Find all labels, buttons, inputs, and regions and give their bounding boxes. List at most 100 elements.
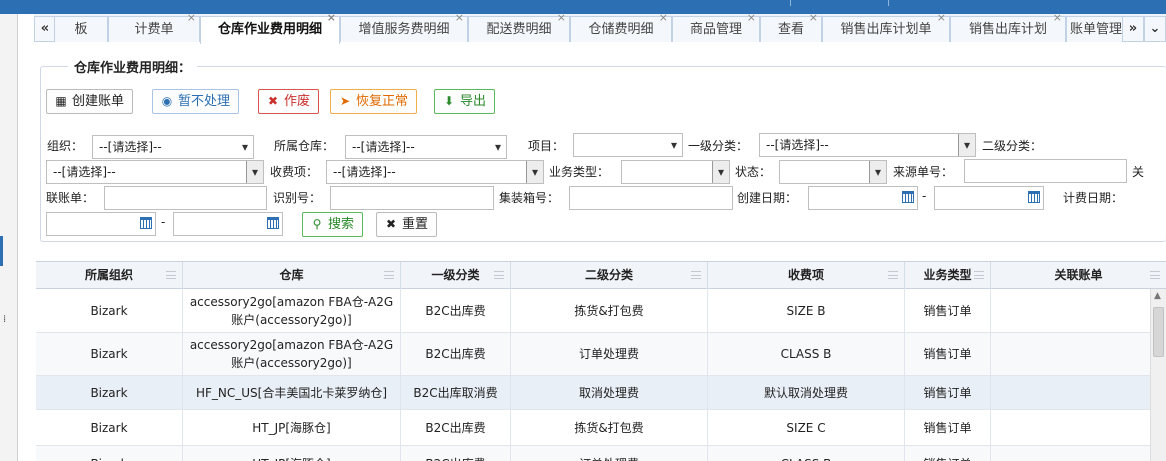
tab-sales-outbound-plan[interactable]: 销售出库计划 × — [950, 11, 1066, 42]
table-row[interactable]: Bizark HT_JP[海豚仓] B2C出库费 拣货&打包费 SIZE C 销… — [36, 410, 1150, 446]
calendar-icon[interactable] — [1028, 191, 1040, 203]
eye-slash-icon: ◉ — [161, 94, 173, 108]
hold-button[interactable]: ◉ 暂不处理 — [152, 89, 240, 114]
container-no-label: 集装箱号： — [499, 191, 560, 205]
org-select[interactable]: --[请选择]-- — [92, 135, 254, 159]
tab-close-icon[interactable]: × — [747, 11, 756, 25]
reset-button[interactable]: ✖ 重置 — [376, 212, 438, 237]
status-select[interactable] — [779, 160, 887, 184]
cell-fee-item: SIZE C — [708, 410, 905, 445]
created-date-from-input[interactable] — [808, 186, 918, 210]
cell-biz-type: 销售订单 — [905, 376, 991, 409]
tab-label: 商品管理 — [689, 22, 742, 37]
tab-billing-sheet[interactable]: 计费单 × — [108, 11, 200, 42]
tab-view[interactable]: 查看 × — [760, 11, 822, 42]
item-label: 项目： — [528, 139, 565, 153]
column-header-level2[interactable]: 二级分类 — [511, 262, 708, 289]
column-menu-icon[interactable] — [974, 271, 984, 279]
level2-select[interactable]: --[请选择]-- — [46, 160, 264, 184]
app-header-bar — [0, 0, 1166, 14]
tab-label: 查看 — [777, 22, 804, 37]
level1-select[interactable]: --[请选择]-- — [759, 133, 976, 157]
column-menu-icon[interactable] — [494, 271, 504, 279]
search-button[interactable]: ⚲ 搜索 — [302, 212, 364, 237]
table-row[interactable]: Bizark HT_JP[海豚仓] B2C出库费 订单处理费 CLASS B 销… — [36, 446, 1150, 461]
calendar-icon[interactable] — [267, 217, 279, 229]
grid-vertical-scrollbar[interactable]: ▲ — [1150, 289, 1166, 461]
column-header-org[interactable]: 所属组织 — [36, 262, 183, 289]
tab-close-icon[interactable]: × — [809, 11, 818, 25]
tab-storage-fees[interactable]: 仓储费明细 × — [570, 11, 672, 42]
source-no-input[interactable] — [964, 159, 1127, 183]
tab-product-management[interactable]: 商品管理 × — [672, 11, 760, 42]
tab-close-icon[interactable]: × — [455, 11, 464, 25]
tab-delivery-fees[interactable]: 配送费明细 × — [468, 11, 570, 42]
column-menu-icon[interactable] — [166, 271, 176, 279]
container-no-input[interactable] — [569, 186, 733, 210]
status-label: 状态： — [735, 165, 772, 179]
tab-label: 销售出库计划单 — [840, 22, 932, 37]
tab-dashboard[interactable]: 板 — [54, 16, 108, 42]
column-menu-icon[interactable] — [1150, 271, 1160, 279]
tab-close-icon[interactable]: × — [937, 11, 946, 25]
item-select[interactable] — [573, 133, 683, 157]
tab-label: 仓储费明细 — [588, 22, 654, 37]
cell-related-bill — [991, 289, 1150, 332]
tab-label: 配送费明细 — [486, 22, 552, 37]
tab-close-icon[interactable]: × — [659, 11, 668, 25]
restore-button[interactable]: ➤ 恢复正常 — [330, 89, 418, 114]
calendar-icon[interactable] — [140, 217, 152, 229]
download-circle-icon: ⬇ — [443, 94, 455, 108]
create-bill-button[interactable]: ▦ 创建账单 — [46, 89, 134, 114]
fee-select[interactable]: --[请选择]-- — [326, 160, 544, 184]
tab-scroll-left-button[interactable]: « — [34, 16, 56, 42]
scrollbar-thumb[interactable] — [1153, 307, 1164, 357]
column-header-biz-type[interactable]: 业务类型 — [905, 262, 991, 289]
tab-close-icon[interactable]: × — [187, 11, 196, 25]
ident-no-input[interactable] — [330, 186, 494, 210]
warehouse-select[interactable]: --[请选择]-- — [345, 135, 507, 159]
table-row[interactable]: Bizark accessory2go[amazon FBA仓-A2G账户(ac… — [36, 333, 1150, 376]
tab-bill-management[interactable]: 账单管理 — [1066, 16, 1126, 42]
column-header-level1[interactable]: 一级分类 — [401, 262, 511, 289]
cell-level1: B2C出库取消费 — [401, 376, 511, 409]
scroll-up-arrow-icon[interactable]: ▲ — [1154, 291, 1161, 301]
column-header-warehouse[interactable]: 仓库 — [183, 262, 401, 289]
restore-label: 恢复正常 — [356, 94, 409, 109]
tab-list-dropdown-button[interactable]: ⌄ — [1144, 16, 1166, 42]
tab-label: 账单管理 — [1069, 22, 1122, 37]
billing-date-to-input[interactable] — [173, 212, 283, 236]
created-date-to-input[interactable] — [934, 186, 1044, 210]
column-menu-icon[interactable] — [888, 271, 898, 279]
column-menu-icon[interactable] — [691, 271, 701, 279]
tab-value-added-fees[interactable]: 增值服务费明细 × — [340, 11, 468, 42]
cell-level1: B2C出库费 — [401, 410, 511, 445]
cell-biz-type: 销售订单 — [905, 410, 991, 445]
header-divider — [888, 0, 889, 6]
cell-related-bill — [991, 376, 1150, 409]
create-bill-label: 创建账单 — [72, 94, 125, 109]
calendar-icon[interactable] — [902, 191, 914, 203]
column-header-related-bill[interactable]: 关联账单 — [991, 262, 1166, 289]
column-header-fee-item[interactable]: 收费项 — [708, 262, 905, 289]
export-button[interactable]: ⬇ 导出 — [434, 89, 496, 114]
tab-scroll-right-button[interactable]: » — [1122, 16, 1144, 42]
column-header-label: 仓库 — [279, 268, 304, 282]
tab-warehouse-operation-fees[interactable]: 仓库作业费用明细 × — [200, 11, 340, 44]
splitter-handle-icon[interactable]: ⁞ — [3, 314, 6, 325]
tab-close-icon[interactable]: × — [557, 11, 566, 25]
created-date-label: 创建日期： — [737, 191, 798, 205]
related-bill-input[interactable] — [104, 186, 267, 210]
tab-sales-outbound-plan-order[interactable]: 销售出库计划单 × — [822, 11, 950, 42]
column-header-label: 二级分类 — [584, 268, 633, 282]
tab-close-icon[interactable]: × — [327, 11, 336, 25]
cell-related-bill — [991, 410, 1150, 445]
billing-date-from-input[interactable] — [46, 212, 156, 236]
void-button[interactable]: ✖ 作废 — [258, 89, 320, 114]
column-menu-icon[interactable] — [384, 271, 394, 279]
tab-close-icon[interactable]: × — [1053, 11, 1062, 25]
table-row[interactable]: Bizark accessory2go[amazon FBA仓-A2G账户(ac… — [36, 289, 1150, 333]
table-row-selected[interactable]: Bizark HF_NC_US[合丰美国北卡莱罗纳仓] B2C出库取消费 取消处… — [36, 376, 1150, 410]
biz-type-select[interactable] — [621, 160, 730, 184]
cell-biz-type: 销售订单 — [905, 446, 991, 461]
